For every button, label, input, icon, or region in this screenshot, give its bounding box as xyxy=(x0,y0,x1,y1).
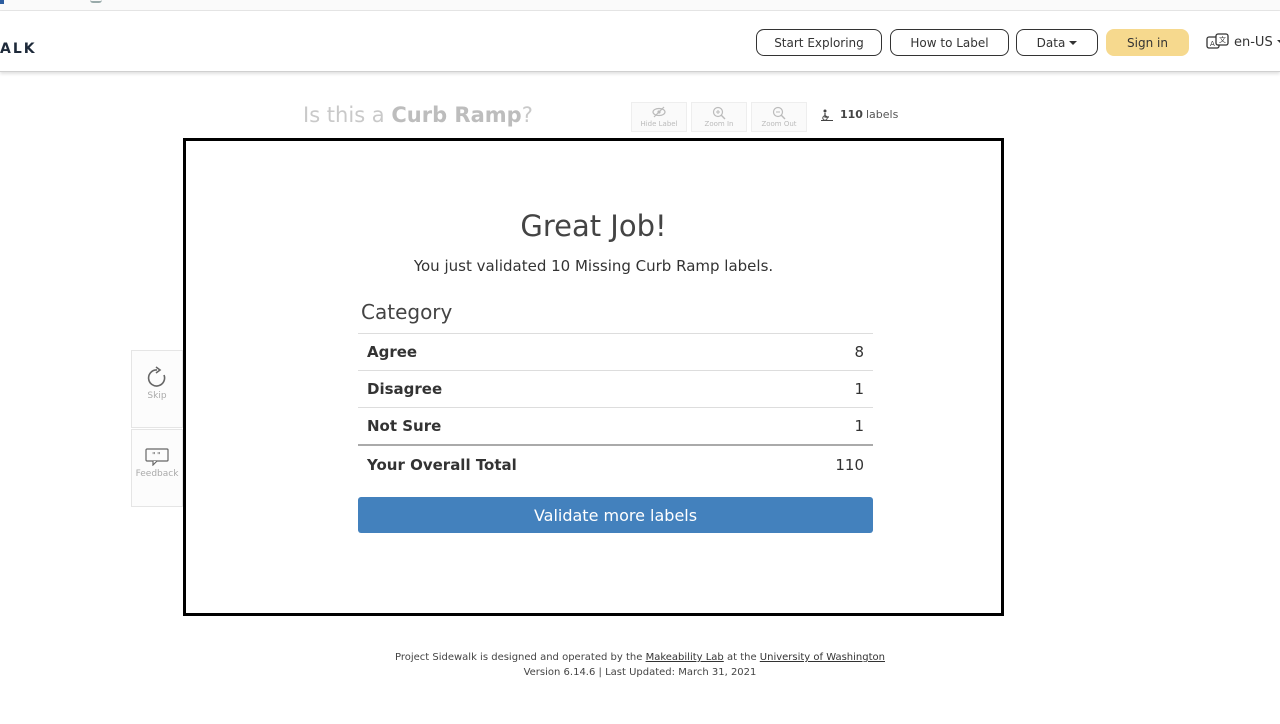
svg-text:": " xyxy=(152,451,156,460)
footer-credits: Project Sidewalk is designed and operate… xyxy=(0,650,1280,665)
tab-marker xyxy=(0,0,4,4)
question-prefix: Is this a xyxy=(303,103,392,127)
sign-in-label: Sign in xyxy=(1127,35,1168,50)
site-logo[interactable]: ALK xyxy=(0,41,37,57)
validation-question: Is this a Curb Ramp? xyxy=(303,103,533,127)
total-value: 110 xyxy=(835,456,864,474)
footer-text: at the xyxy=(723,652,760,663)
modal-subtitle: You just validated 10 Missing Curb Ramp … xyxy=(413,257,774,275)
footer-text: Project Sidewalk is designed and operate… xyxy=(394,652,646,663)
zoom-in-button[interactable]: Zoom In xyxy=(691,102,747,132)
navbar: ALK Start Exploring How to Label Data Si… xyxy=(0,11,1280,72)
zoom-out-text: Zoom Out xyxy=(761,120,797,128)
svg-text:": " xyxy=(157,451,161,460)
question-suffix: ? xyxy=(521,103,533,127)
caret-down-icon xyxy=(1069,40,1078,45)
zoom-out-button[interactable]: Zoom Out xyxy=(751,102,807,132)
validation-summary-table: Category Agree 8 Disagree 1 Not Sure 1 Y… xyxy=(358,298,873,484)
curb-ramp-icon xyxy=(821,109,833,121)
table-row: Disagree 1 xyxy=(358,371,873,408)
tab-marker xyxy=(90,0,102,3)
svg-text:文: 文 xyxy=(1219,35,1226,44)
row-label: Not Sure xyxy=(367,417,442,435)
start-exploring-button[interactable]: Start Exploring xyxy=(756,29,882,56)
total-row: Your Overall Total 110 xyxy=(358,444,873,484)
browser-top-strip xyxy=(0,0,1280,11)
hide-label-button[interactable]: Hide Label xyxy=(631,102,687,132)
feedback-button[interactable]: " " Feedback xyxy=(131,429,183,507)
table-header: Category xyxy=(358,298,873,334)
how-to-label-label: How to Label xyxy=(910,35,989,50)
start-exploring-label: Start Exploring xyxy=(774,35,864,50)
skip-label: Skip xyxy=(147,391,167,401)
label-count-value: 110 xyxy=(840,108,863,121)
mission-complete-modal: Great Job! You just validated 10 Missing… xyxy=(183,138,1004,616)
zoom-out-icon xyxy=(752,103,806,120)
table-row: Not Sure 1 xyxy=(358,408,873,445)
row-value: 8 xyxy=(854,343,864,361)
skip-icon xyxy=(132,351,182,391)
question-label-type: Curb Ramp xyxy=(391,103,522,127)
footer-version: Version 6.14.6 | Last Updated: March 31,… xyxy=(523,667,757,678)
label-count: 110 labels xyxy=(820,108,898,121)
feedback-icon: " " xyxy=(132,430,182,469)
language-label: en-US xyxy=(1234,34,1273,50)
table-row: Agree 8 xyxy=(358,334,873,371)
zoom-in-text: Zoom In xyxy=(704,120,734,128)
total-label: Your Overall Total xyxy=(367,456,517,474)
feedback-label: Feedback xyxy=(135,469,179,479)
row-label: Agree xyxy=(367,343,418,361)
hide-label-text: Hide Label xyxy=(640,120,678,128)
eye-slash-icon xyxy=(632,103,686,120)
row-value: 1 xyxy=(854,380,864,398)
row-label: Disagree xyxy=(367,380,443,398)
sign-in-button[interactable]: Sign in xyxy=(1106,29,1189,56)
data-dropdown-button[interactable]: Data xyxy=(1016,29,1098,56)
row-value: 1 xyxy=(854,417,864,435)
language-selector[interactable]: A 文 en-US xyxy=(1206,33,1280,51)
translate-icon: A 文 xyxy=(1206,33,1229,49)
data-label: Data xyxy=(1036,35,1066,50)
skip-button[interactable]: Skip xyxy=(131,350,183,428)
makeability-lab-link[interactable]: Makeability Lab xyxy=(646,652,724,663)
label-count-unit: labels xyxy=(865,108,899,121)
modal-title: Great Job! xyxy=(520,209,667,243)
zoom-in-icon xyxy=(692,103,746,120)
university-link[interactable]: University of Washington xyxy=(760,652,885,663)
footer: Project Sidewalk is designed and operate… xyxy=(0,650,1280,680)
how-to-label-button[interactable]: How to Label xyxy=(890,29,1009,56)
validate-more-labels-button[interactable]: Validate more labels xyxy=(358,497,873,533)
svg-text:A: A xyxy=(1210,40,1215,48)
